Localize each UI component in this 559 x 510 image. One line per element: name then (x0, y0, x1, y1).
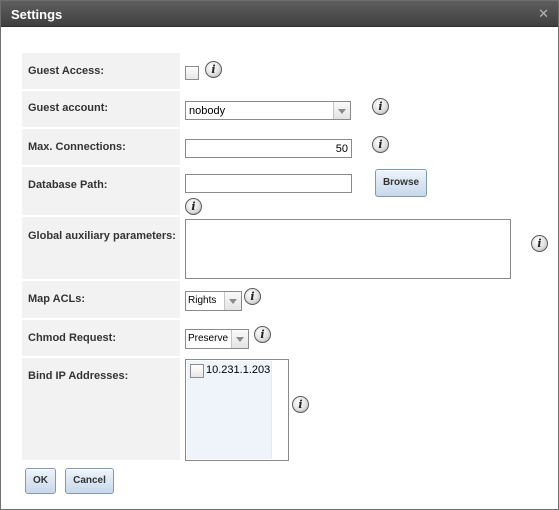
guest-access-info-icon[interactable]: i (205, 61, 222, 78)
bind-ip-label: Bind IP Addresses: (28, 370, 129, 382)
dialog-title: Settings (11, 7, 63, 22)
max-connections-input[interactable]: 50 (185, 139, 352, 158)
chmod-request-label-cell: Chmod Request: (22, 320, 180, 356)
chmod-request-label: Chmod Request: (28, 332, 116, 344)
bind-ip-label-cell: Bind IP Addresses: (22, 358, 180, 460)
bind-ip-listbox[interactable]: 10.231.1.203 (185, 359, 289, 461)
cancel-button[interactable]: Cancel (65, 468, 114, 494)
guest-account-info-icon[interactable]: i (372, 98, 389, 115)
bind-ip-list: 10.231.1.203 (187, 361, 271, 459)
chevron-down-icon[interactable] (231, 330, 248, 348)
guest-account-label: Guest account: (28, 102, 109, 114)
max-connections-info-icon[interactable]: i (372, 136, 389, 153)
chmod-request-info-icon[interactable]: i (254, 326, 271, 343)
bind-ip-option-label[interactable]: 10.231.1.203 (206, 364, 270, 376)
guest-account-label-cell: Guest account: (22, 91, 180, 127)
max-connections-label-cell: Max. Connections: (22, 129, 180, 165)
map-acls-info-icon[interactable]: i (244, 288, 261, 305)
database-path-label: Database Path: (28, 179, 108, 191)
map-acls-label-cell: Map ACLs: (22, 281, 180, 318)
map-acls-value: Rights (188, 295, 217, 306)
bind-ip-scrollbar[interactable] (271, 361, 287, 459)
chmod-request-select[interactable]: Preserve (185, 329, 249, 349)
close-icon[interactable]: ✕ (538, 6, 549, 22)
guest-account-select[interactable]: nobody (185, 101, 351, 120)
browse-button[interactable]: Browse (375, 169, 427, 197)
guest-access-label: Guest Access: (28, 65, 105, 77)
global-aux-info-icon[interactable]: i (531, 235, 548, 252)
map-acls-select[interactable]: Rights (185, 291, 242, 311)
global-aux-label: Global auxiliary parameters: (28, 230, 176, 242)
global-aux-label-cell: Global auxiliary parameters: (22, 217, 180, 279)
database-path-label-cell: Database Path: (22, 167, 180, 215)
global-aux-textarea[interactable] (185, 219, 511, 279)
settings-dialog: Settings ✕ Guest Access: i Guest account… (0, 0, 559, 510)
max-connections-value: 50 (335, 143, 348, 155)
database-path-info-icon[interactable]: i (185, 198, 202, 215)
database-path-input[interactable] (185, 174, 352, 193)
chevron-down-icon[interactable] (224, 292, 241, 310)
max-connections-label: Max. Connections: (28, 141, 126, 153)
guest-account-value: nobody (189, 105, 226, 117)
bind-ip-option-checkbox[interactable] (190, 364, 204, 378)
map-acls-label: Map ACLs: (28, 293, 86, 305)
guest-access-label-cell: Guest Access: (22, 53, 180, 89)
title-bar: Settings ✕ (1, 1, 558, 27)
ok-button[interactable]: OK (25, 468, 56, 494)
chmod-request-value: Preserve (188, 333, 229, 344)
chevron-down-icon[interactable] (333, 102, 350, 119)
guest-access-checkbox[interactable] (185, 66, 199, 80)
bind-ip-info-icon[interactable]: i (292, 396, 309, 413)
